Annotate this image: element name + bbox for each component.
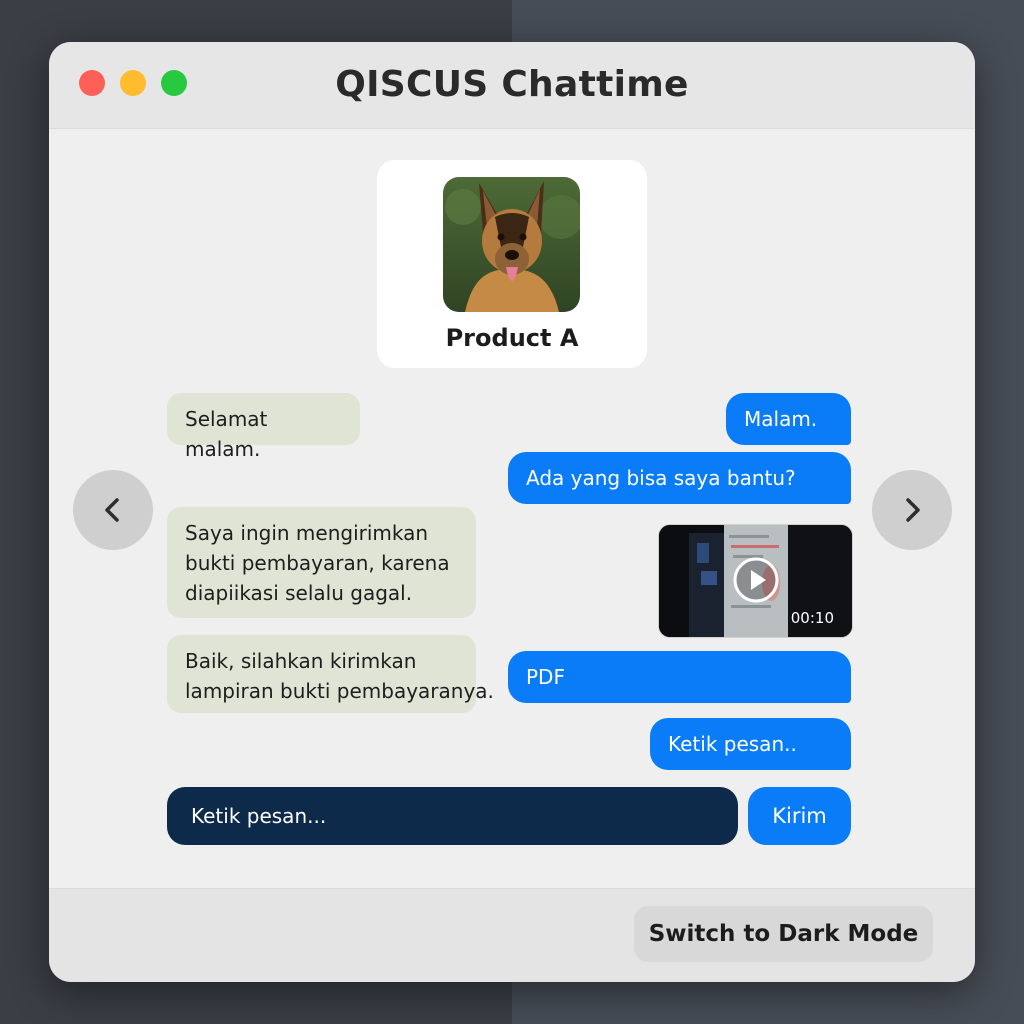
dark-mode-toggle-button[interactable]: Switch to Dark Mode <box>634 906 933 962</box>
next-button[interactable] <box>872 470 952 550</box>
window-title: QISCUS Chattime <box>335 64 689 105</box>
send-button[interactable]: Kirim <box>748 787 851 845</box>
message-outgoing[interactable]: PDF <box>508 651 851 703</box>
video-duration: 00:10 <box>790 609 834 627</box>
title-bar: QISCUS Chattime <box>49 42 975 129</box>
message-input[interactable]: Ketik pesan... <box>167 787 738 845</box>
product-image <box>443 177 580 312</box>
message-incoming: Baik, silahkan kirimkan lampiran bukti p… <box>167 635 494 713</box>
chevron-right-icon <box>906 498 920 522</box>
message-outgoing: Ada yang bisa saya bantu? <box>508 452 851 504</box>
message-outgoing: Ketik pesan.. <box>650 718 851 770</box>
product-card[interactable]: Product A <box>377 160 647 368</box>
chevron-left-icon <box>105 498 119 522</box>
message-outgoing: Malam. <box>726 393 851 445</box>
play-icon[interactable] <box>732 556 780 604</box>
chat-window: QISCUS Chattime Product A Selamat malam.… <box>49 42 975 982</box>
message-incoming: Selamat malam. <box>167 393 360 461</box>
video-attachment[interactable]: 00:10 <box>658 524 853 638</box>
previous-button[interactable] <box>73 470 153 550</box>
message-incoming: Saya ingin mengirimkan bukti pembayaran,… <box>167 507 476 618</box>
product-name: Product A <box>445 324 579 352</box>
